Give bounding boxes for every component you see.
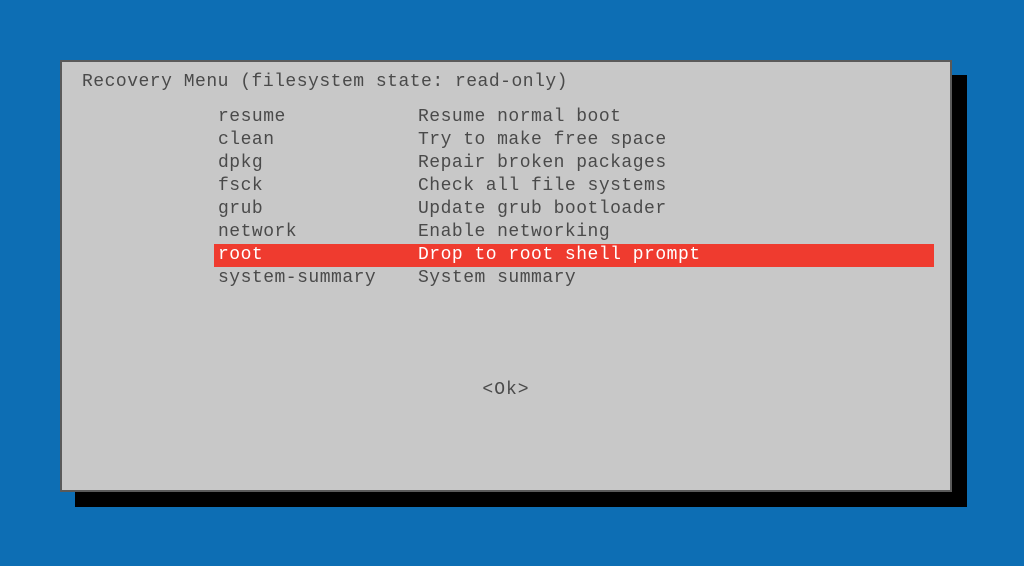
menu-item-desc: Update grub bootloader: [418, 198, 934, 221]
menu-item-desc: Repair broken packages: [418, 152, 934, 175]
menu-item-dpkg[interactable]: dpkg Repair broken packages: [218, 152, 934, 175]
menu-item-grub[interactable]: grub Update grub bootloader: [218, 198, 934, 221]
menu-item-desc: Enable networking: [418, 221, 934, 244]
menu-item-resume[interactable]: resume Resume normal boot: [218, 106, 934, 129]
menu-item-key: clean: [218, 129, 418, 152]
menu-item-clean[interactable]: clean Try to make free space: [218, 129, 934, 152]
menu-item-key: root: [218, 244, 418, 267]
menu-item-root[interactable]: root Drop to root shell prompt: [214, 244, 934, 267]
menu-item-key: resume: [218, 106, 418, 129]
menu-item-key: system-summary: [218, 267, 418, 290]
menu-item-system-summary[interactable]: system-summary System summary: [218, 267, 934, 290]
menu-item-key: fsck: [218, 175, 418, 198]
menu-item-desc: Drop to root shell prompt: [418, 244, 934, 267]
menu-item-fsck[interactable]: fsck Check all file systems: [218, 175, 934, 198]
menu-item-key: grub: [218, 198, 418, 221]
menu-item-key: network: [218, 221, 418, 244]
menu-item-key: dpkg: [218, 152, 418, 175]
dialog-title: Recovery Menu (filesystem state: read-on…: [78, 70, 934, 106]
menu-item-desc: Check all file systems: [418, 175, 934, 198]
ok-button[interactable]: <Ok>: [78, 290, 934, 400]
menu-item-desc: Resume normal boot: [418, 106, 934, 129]
recovery-menu-dialog: Recovery Menu (filesystem state: read-on…: [60, 60, 952, 492]
menu-list[interactable]: resume Resume normal boot clean Try to m…: [78, 106, 934, 290]
menu-item-desc: Try to make free space: [418, 129, 934, 152]
menu-item-network[interactable]: network Enable networking: [218, 221, 934, 244]
menu-item-desc: System summary: [418, 267, 934, 290]
